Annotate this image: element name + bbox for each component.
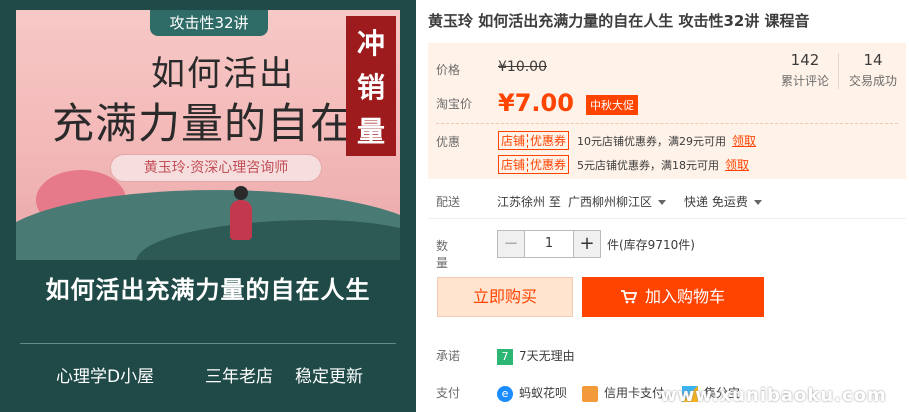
price-panel: 价格 ¥10.00 淘宝价 ¥7.00 中秋大促 142 累计评论 14 交易成… <box>428 43 906 179</box>
watermark: www.xunibaoku.com <box>660 385 887 406</box>
coupon-text: 5元店铺优惠券，满18元可用 <box>577 159 720 172</box>
review-count-label: 累计评论 <box>780 74 829 88</box>
cart-icon <box>620 277 638 317</box>
shop-age: 三年老店 <box>205 367 273 387</box>
decrease-button[interactable]: − <box>498 231 524 257</box>
shop-name: 心理学D小屋 <box>56 367 155 387</box>
cover-tag: 攻击性32讲 <box>150 10 268 36</box>
transaction-count-value: 14 <box>863 51 883 69</box>
image-main-title: 如何活出充满力量的自在人生 <box>45 276 371 304</box>
price-divider <box>436 123 898 124</box>
product-title: 黄玉玲 如何活出充满力量的自在人生 攻击性32讲 课程音 <box>428 12 810 30</box>
promo-badge: 中秋大促 <box>586 95 638 115</box>
credit-card-icon <box>582 385 598 402</box>
transaction-count[interactable]: 14 交易成功 <box>842 51 904 89</box>
quantity-input[interactable]: 1 <box>524 231 574 257</box>
quantity-label: 数量 <box>436 239 449 270</box>
review-count[interactable]: 142 累计评论 <box>774 51 836 89</box>
update-status: 稳定更新 <box>295 367 363 387</box>
huabei-icon: e <box>497 385 513 402</box>
stats-divider <box>838 53 839 89</box>
payment-huabei[interactable]: e 蚂蚁花呗 <box>497 384 567 402</box>
chevron-down-icon <box>658 200 667 205</box>
current-price: ¥7.00 <box>498 89 574 117</box>
coupon-tag: 店铺 优惠券 <box>498 155 570 174</box>
divider <box>428 218 906 219</box>
sales-ribbon: 冲销量 <box>346 16 396 156</box>
payment-label: 支付 <box>436 386 461 400</box>
taobao-price-label: 淘宝价 <box>436 97 473 111</box>
coupon-item: 店铺 优惠券 10元店铺优惠券，满29元可用 领取 <box>498 131 756 150</box>
promise-label: 承诺 <box>436 349 461 363</box>
price-label: 价格 <box>436 63 461 77</box>
runner-illustration <box>230 186 252 240</box>
product-image[interactable]: 攻击性32讲 如何活出 充满力量的自在人 冲销量 黄玉玲·资深心理咨询师 如何活… <box>0 0 416 412</box>
coupon-label: 优惠 <box>436 135 461 149</box>
ship-method-selector[interactable]: 快递 免运费 <box>684 193 762 210</box>
claim-coupon-link[interactable]: 领取 <box>732 134 756 148</box>
promise-row: 承诺 7 7天无理由 <box>428 347 906 365</box>
ship-to-selector[interactable]: 广西柳州柳江区 <box>568 193 667 210</box>
ship-from: 江苏徐州 至 <box>497 195 561 209</box>
add-to-cart-button[interactable]: 加入购物车 <box>582 277 764 317</box>
quantity-stepper[interactable]: − 1 + <box>497 230 601 258</box>
product-cover-art: 攻击性32讲 如何活出 充满力量的自在人 冲销量 黄玉玲·资深心理咨询师 <box>16 10 400 260</box>
stock-info: 件(库存9710件) <box>607 238 695 252</box>
divider <box>20 343 396 344</box>
original-price: ¥10.00 <box>498 59 547 75</box>
chevron-down-icon <box>753 200 762 205</box>
promise-item[interactable]: 7 7天无理由 <box>497 347 575 365</box>
seven-day-icon: 7 <box>497 348 513 365</box>
coupon-tag: 店铺 优惠券 <box>498 131 570 150</box>
shipping-row: 配送 江苏徐州 至 广西柳州柳江区 快递 免运费 <box>428 193 906 211</box>
add-to-cart-label: 加入购物车 <box>644 287 725 306</box>
increase-button[interactable]: + <box>574 231 600 257</box>
transaction-count-label: 交易成功 <box>848 74 897 88</box>
coupon-text: 10元店铺优惠券，满29元可用 <box>577 135 727 148</box>
cover-subtitle: 黄玉玲·资深心理咨询师 <box>110 154 322 182</box>
buy-now-button[interactable]: 立即购买 <box>437 277 573 317</box>
claim-coupon-link[interactable]: 领取 <box>725 158 749 172</box>
page: 攻击性32讲 如何活出 充满力量的自在人 冲销量 黄玉玲·资深心理咨询师 如何活… <box>0 0 909 412</box>
payment-credit-card[interactable]: 信用卡支付 <box>582 384 664 402</box>
cover-headline-1: 如何活出 <box>151 54 295 94</box>
review-count-value: 142 <box>790 51 820 69</box>
cover-headline-2: 充满力量的自在人 <box>52 99 397 148</box>
coupon-item: 店铺 优惠券 5元店铺优惠券，满18元可用 领取 <box>498 155 749 174</box>
shipping-label: 配送 <box>436 195 461 209</box>
